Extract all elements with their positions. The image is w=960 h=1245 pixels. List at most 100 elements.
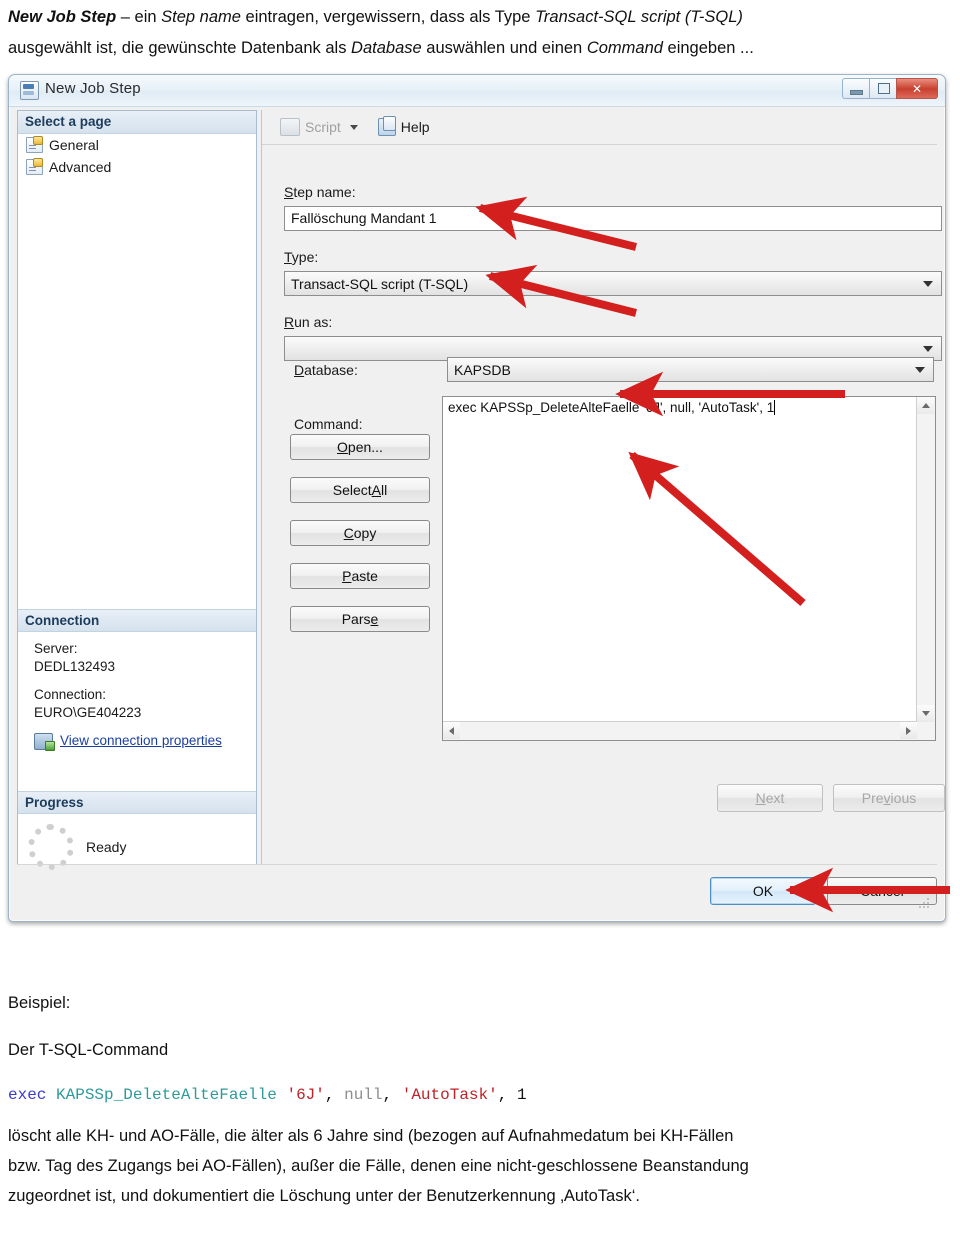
- content-pane: Script Help Step name: Fallöschung Manda…: [261, 110, 945, 865]
- connection-body: Server: DEDL132493 Connection: EURO\GE40…: [18, 632, 256, 756]
- intro-text-5: eingeben ...: [662, 39, 754, 57]
- dialog-toolbar: Script Help: [262, 110, 937, 145]
- explanation-line-1: löscht alle KH- und AO-Fälle, die älter …: [8, 1127, 734, 1145]
- connection-label: Connection:: [34, 687, 107, 702]
- page-selector-pane: Select a page General Advanced Connectio…: [17, 110, 257, 870]
- explanation-section: Beispiel: Der T-SQL-Command exec KAPSSp_…: [8, 988, 952, 1211]
- maximize-icon: [878, 83, 890, 94]
- resize-grip[interactable]: [919, 898, 931, 910]
- dialog-footer: OK Cancel: [17, 864, 937, 913]
- triangle-left-icon: [449, 726, 454, 735]
- page-icon: [26, 158, 43, 175]
- triangle-down-icon: [921, 711, 930, 716]
- sidebar-item-advanced[interactable]: Advanced: [18, 156, 256, 178]
- scroll-left-button[interactable]: [443, 722, 460, 739]
- scrollbar-corner: [917, 722, 935, 740]
- chevron-down-icon: [915, 367, 925, 373]
- sql-arg-4: 1: [516, 1086, 527, 1104]
- command-horizontal-scrollbar[interactable]: [443, 721, 917, 740]
- progress-section: Progress Ready: [18, 791, 256, 870]
- job-step-icon: [20, 81, 39, 100]
- scroll-down-button[interactable]: [917, 705, 934, 722]
- minimize-icon: [850, 90, 863, 95]
- intro-emphasis-tsql: Transact-SQL script (T-SQL): [535, 8, 743, 26]
- help-label: Help: [400, 119, 430, 135]
- maximize-button[interactable]: [869, 78, 896, 99]
- help-icon: [377, 116, 396, 136]
- explanation-paragraph: löscht alle KH- und AO-Fälle, die älter …: [8, 1121, 952, 1211]
- copy-button[interactable]: Copy: [290, 520, 430, 546]
- intro-text-2: eintragen, vergewissern, dass als Type: [240, 8, 536, 26]
- progress-row: Ready: [18, 814, 256, 870]
- run-as-label: Run as:: [284, 314, 333, 330]
- step-name-label: Step name:: [284, 184, 356, 200]
- connection-info: Connection: EURO\GE404223: [34, 686, 246, 722]
- database-value: KAPSDB: [454, 362, 511, 378]
- sql-arg-3: 'AutoTask': [401, 1086, 498, 1104]
- chevron-down-icon: [923, 346, 933, 352]
- sql-arg-1: '6J': [286, 1086, 325, 1104]
- close-icon: ✕: [911, 81, 923, 96]
- sql-code-sample: exec KAPSSp_DeleteAlteFaelle '6J', null,…: [8, 1080, 952, 1111]
- intro-emphasis-command: Command: [586, 39, 663, 57]
- open-button[interactable]: Open...: [290, 434, 430, 460]
- intro-emphasis-new-job-step: New Job Step: [8, 8, 117, 26]
- type-value: Transact-SQL script (T-SQL): [291, 276, 469, 292]
- server-label: Server:: [34, 641, 78, 656]
- general-form: Step name: Fallöschung Mandant 1 Type: T…: [262, 144, 945, 865]
- connection-value: EURO\GE404223: [34, 705, 142, 720]
- sql-keyword: exec: [8, 1086, 47, 1104]
- command-value: exec KAPSSp_DeleteAlteFaelle '6J', null,…: [448, 400, 775, 415]
- previous-button[interactable]: Pre v ious: [833, 784, 945, 812]
- sql-procedure-name: KAPSSp_DeleteAlteFaelle: [56, 1086, 277, 1104]
- select-all-button[interactable]: Select All: [290, 477, 430, 503]
- explanation-line-2: bzw. Tag des Zugangs bei AO-Fällen), auß…: [8, 1157, 749, 1175]
- command-editor[interactable]: exec KAPSSp_DeleteAlteFaelle '6J', null,…: [442, 396, 936, 741]
- server-info: Server: DEDL132493: [34, 640, 246, 676]
- scroll-up-button[interactable]: [917, 397, 934, 414]
- sql-sep-1: ,: [324, 1086, 335, 1104]
- help-button[interactable]: Help: [374, 116, 434, 138]
- command-vertical-scrollbar[interactable]: [916, 397, 935, 722]
- progress-header: Progress: [18, 792, 256, 814]
- script-button[interactable]: Script: [276, 116, 366, 138]
- progress-status: Ready: [86, 839, 127, 855]
- parse-button[interactable]: Pars e: [290, 606, 430, 632]
- text-caret: [774, 400, 780, 415]
- tsql-command-label: Der T-SQL-Command: [8, 1041, 169, 1059]
- select-a-page-header: Select a page: [18, 111, 256, 134]
- triangle-right-icon: [906, 726, 911, 735]
- server-value: DEDL132493: [34, 659, 116, 674]
- database-label: Database:: [294, 362, 358, 378]
- close-button[interactable]: ✕: [896, 78, 938, 99]
- script-icon: [280, 118, 300, 136]
- page-icon: [26, 136, 43, 153]
- intro-paragraph: New Job Step – ein Step name eintragen, …: [8, 2, 952, 64]
- type-select[interactable]: Transact-SQL script (T-SQL): [284, 271, 942, 296]
- triangle-up-icon: [921, 403, 930, 408]
- sql-sep-2: ,: [382, 1086, 393, 1104]
- scroll-right-button[interactable]: [900, 722, 917, 739]
- intro-emphasis-database: Database: [351, 39, 422, 57]
- paste-button[interactable]: Paste: [290, 563, 430, 589]
- chevron-down-icon[interactable]: [349, 124, 358, 130]
- window-controls: ✕: [842, 78, 938, 99]
- view-connection-properties-link[interactable]: View connection properties: [60, 732, 222, 750]
- minimize-button[interactable]: [842, 78, 869, 99]
- command-label: Command:: [294, 416, 363, 432]
- sidebar-item-label-general: General: [49, 137, 99, 153]
- view-connection-properties-row[interactable]: View connection properties: [34, 732, 246, 751]
- explanation-line-3: zugeordnet ist, und dokumentiert die Lös…: [8, 1187, 640, 1205]
- sidebar-item-general[interactable]: General: [18, 134, 256, 156]
- next-button[interactable]: Next: [717, 784, 823, 812]
- intro-text-1: – ein: [116, 8, 162, 26]
- chevron-down-icon: [923, 281, 933, 287]
- connection-section: Connection Server: DEDL132493 Connection…: [18, 609, 256, 751]
- dialog-title: New Job Step: [45, 80, 141, 97]
- command-text: exec KAPSSp_DeleteAlteFaelle '6J', null,…: [448, 400, 913, 415]
- sql-sep-3: ,: [497, 1086, 508, 1104]
- ok-button[interactable]: OK: [710, 877, 816, 905]
- step-name-input[interactable]: Fallöschung Mandant 1: [284, 206, 942, 231]
- dialog-titlebar[interactable]: New Job Step ✕: [9, 75, 945, 107]
- database-select[interactable]: KAPSDB: [447, 357, 934, 382]
